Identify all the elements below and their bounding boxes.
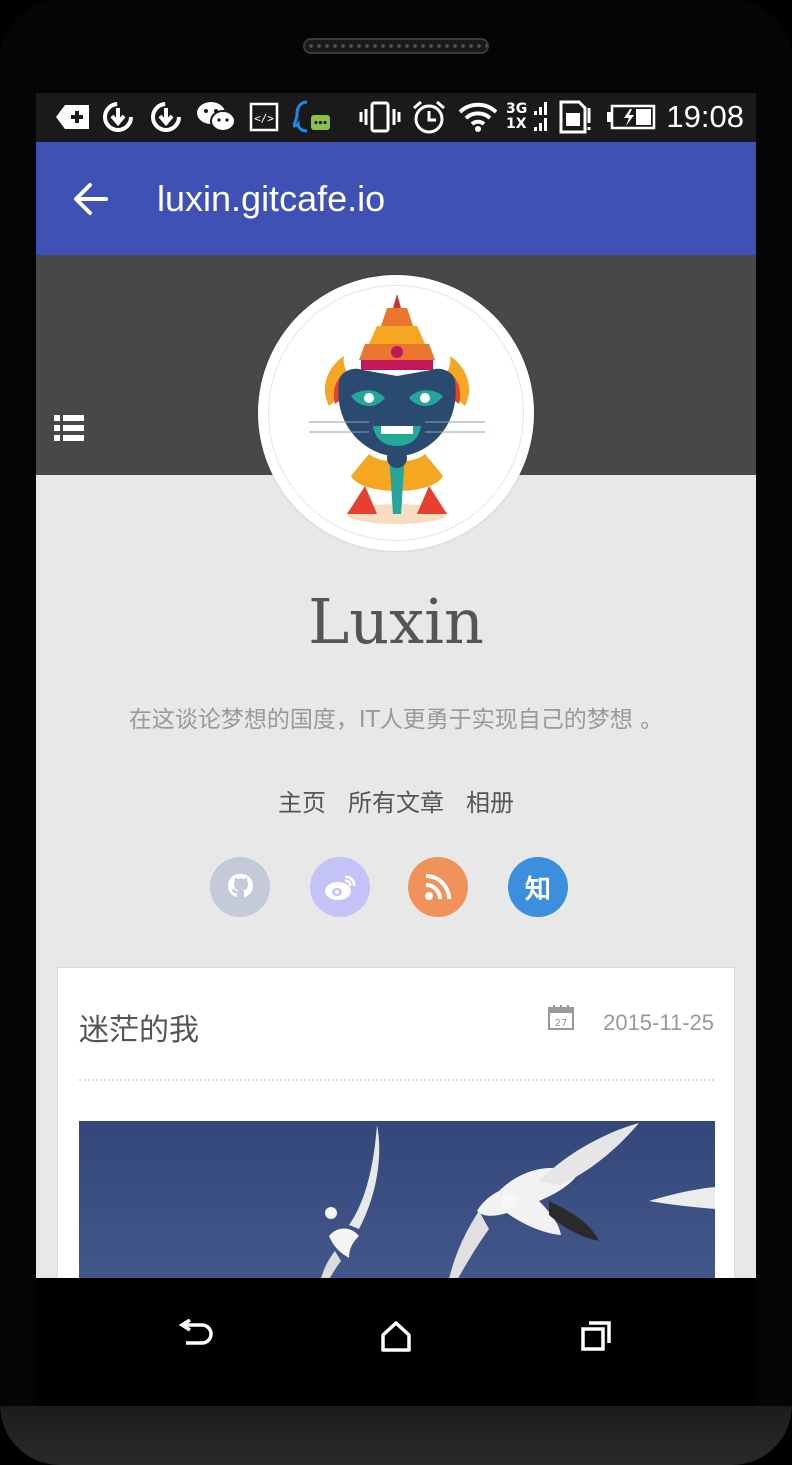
vibrate-icon <box>358 101 402 133</box>
usb-debug-icon <box>54 101 92 133</box>
status-bar: </> 3G 1X 19:08 <box>36 93 756 142</box>
zhihu-icon[interactable]: 知 <box>508 857 568 917</box>
qq-icon <box>292 100 332 133</box>
phone-frame: </> 3G 1X 19:08 luxin.gitcafe.io Luxin 在… <box>0 0 792 1465</box>
sim-icon <box>558 100 594 134</box>
profile-tagline: 在这谈论梦想的国度，IT人更勇于实现自己的梦想 。 <box>128 707 664 733</box>
profile-name: Luxin <box>308 585 484 658</box>
weibo-icon[interactable] <box>310 857 370 917</box>
code-icon: </> <box>248 101 280 133</box>
site-nav: 主页 所有文章 相册 <box>36 783 756 818</box>
wechat-icon <box>196 101 236 133</box>
battery-icon <box>606 101 656 133</box>
app-bar-title: luxin.gitcafe.io <box>157 178 386 219</box>
recents-icon[interactable] <box>566 1306 626 1366</box>
calendar-icon: 27 <box>548 1004 574 1030</box>
signal-3g-icon: 3G 1X <box>506 101 548 133</box>
post-cover-image[interactable] <box>79 1121 715 1278</box>
status-time: 19:08 <box>666 99 744 134</box>
social-links: 知 <box>36 857 756 917</box>
system-nav-bar <box>36 1278 756 1406</box>
wifi-icon <box>458 101 498 133</box>
post-divider <box>79 1079 714 1081</box>
calendar-day: 27 <box>555 1018 568 1029</box>
app-bar: luxin.gitcafe.io <box>36 142 756 255</box>
network-type-top: 3G <box>506 101 528 117</box>
rss-icon[interactable] <box>408 857 468 917</box>
github-icon[interactable] <box>210 857 270 917</box>
post-date: 2015-11-25 <box>603 1010 714 1035</box>
earpiece-speaker <box>303 38 489 54</box>
sync-download-icon <box>100 101 136 133</box>
sync-download-icon <box>148 101 184 133</box>
network-type-bottom: 1X <box>506 116 527 132</box>
screen: </> 3G 1X 19:08 luxin.gitcafe.io Luxin 在… <box>36 93 756 1278</box>
back-icon[interactable] <box>166 1306 226 1366</box>
alarm-icon <box>410 100 448 134</box>
nav-item-album[interactable]: 相册 <box>466 783 514 818</box>
nav-item-home[interactable]: 主页 <box>278 783 326 818</box>
post-card[interactable]: 迷茫的我 27 2015-11-25 <box>57 967 735 1278</box>
phone-bottom-bezel <box>0 1406 792 1465</box>
avatar-image <box>268 285 524 541</box>
arrow-back-icon[interactable] <box>66 174 116 224</box>
list-menu-icon[interactable] <box>54 415 84 441</box>
home-icon[interactable] <box>366 1306 426 1366</box>
post-title[interactable]: 迷茫的我 <box>79 1005 199 1049</box>
nav-item-all-posts[interactable]: 所有文章 <box>348 783 444 818</box>
svg-text:</>: </> <box>254 112 274 125</box>
avatar[interactable] <box>258 275 534 551</box>
